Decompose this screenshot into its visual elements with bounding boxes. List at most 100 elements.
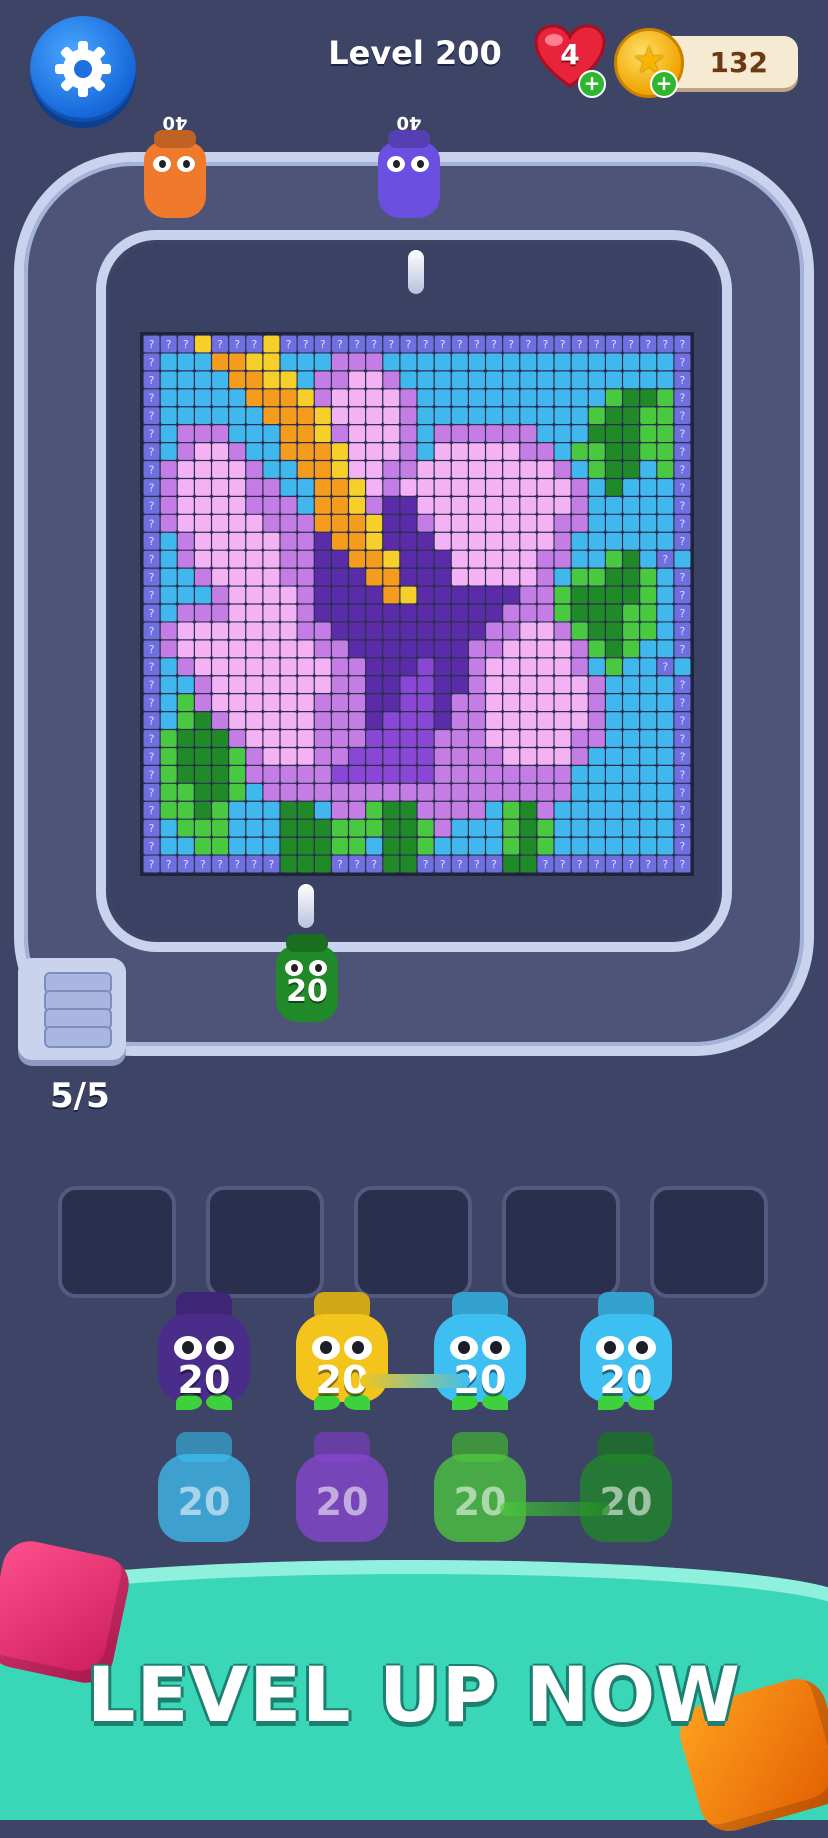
- pixel-cell: [177, 730, 194, 747]
- pixel-cell: [177, 550, 194, 568]
- pixel-cell: [160, 658, 177, 676]
- hidden-cell-mark: ?: [183, 858, 189, 871]
- queue-slot[interactable]: [58, 1186, 176, 1298]
- pixel-cell: [246, 371, 263, 389]
- pixel-cell: [297, 730, 314, 747]
- pixel-cell: [451, 748, 468, 765]
- shooter-stack-box[interactable]: [18, 958, 126, 1060]
- pixel-cell: [571, 658, 588, 676]
- tray-shooter[interactable]: 20: [580, 1432, 672, 1542]
- pixel-cell: [451, 371, 468, 389]
- queue-slot[interactable]: [650, 1186, 768, 1298]
- hidden-cell-mark: ?: [680, 643, 686, 656]
- pixel-board[interactable]: ????????????????????????????????????????…: [140, 332, 694, 876]
- pixel-cell: [537, 604, 554, 622]
- pixel-cell: [314, 407, 331, 425]
- pixel-cell: [314, 353, 331, 371]
- pixel-cell: [588, 479, 605, 496]
- pixel-cell: [417, 604, 434, 622]
- pixel-cell: [212, 532, 229, 550]
- pixel-cell: [451, 783, 468, 801]
- level-up-now-button[interactable]: LEVEL UP NOW: [40, 1650, 788, 1739]
- shooter-orange[interactable]: 40: [144, 112, 206, 218]
- shooter-purple[interactable]: 40: [378, 112, 440, 218]
- queue-slot[interactable]: [354, 1186, 472, 1298]
- pixel-cell: [400, 532, 417, 550]
- tray-shooter[interactable]: 20: [158, 1432, 250, 1542]
- pixel-cell: [588, 604, 605, 622]
- pixel-cell: [229, 497, 246, 514]
- pixel-cell: [520, 766, 537, 783]
- pixel-cell: [486, 497, 503, 514]
- pixel-cell: [537, 694, 554, 711]
- pixel-cell: [331, 748, 348, 765]
- hidden-cell-mark: ?: [149, 571, 155, 584]
- pixel-cell: [160, 819, 177, 837]
- tray-shooter[interactable]: 20: [434, 1432, 526, 1542]
- pixel-cell: [331, 479, 348, 496]
- pixel-cell: [468, 407, 485, 425]
- add-coins-icon[interactable]: +: [650, 70, 678, 98]
- hidden-cell-mark: ?: [354, 338, 360, 351]
- queue-slot[interactable]: [502, 1186, 620, 1298]
- add-lives-icon[interactable]: +: [578, 70, 606, 98]
- pixel-cell: [280, 819, 297, 837]
- pixel-cell: [434, 694, 451, 711]
- shooter-ammo: 40: [162, 112, 188, 133]
- hidden-cell-mark: ?: [560, 858, 566, 871]
- pixel-cell: [349, 676, 366, 694]
- pixel-cell: [212, 640, 229, 658]
- pixel-cell: [503, 497, 520, 514]
- pixel-cell: [468, 371, 485, 389]
- tray-shooter[interactable]: 20: [158, 1292, 250, 1410]
- pixel-cell: [383, 604, 400, 622]
- pixel-cell: [640, 640, 657, 658]
- pixel-cell: [177, 622, 194, 640]
- pixel-cell: [229, 658, 246, 676]
- tray-shooter[interactable]: 20: [296, 1432, 388, 1542]
- pixel-cell: [160, 497, 177, 514]
- pixel-cell: [503, 604, 520, 622]
- pixel-cell: [366, 748, 383, 765]
- pixel-cell: [366, 640, 383, 658]
- pixel-cell: [623, 443, 640, 460]
- pixel-cell: [314, 658, 331, 676]
- pixel-cell: [417, 479, 434, 496]
- pixel-cell: [571, 676, 588, 694]
- pixel-cell: [554, 425, 571, 442]
- hidden-cell-mark: ?: [491, 858, 497, 871]
- pixel-cell: [314, 676, 331, 694]
- pixel-cell: [486, 604, 503, 622]
- hidden-cell-mark: ?: [680, 822, 686, 835]
- pixel-cell: [400, 389, 417, 407]
- pixel-cell: [520, 353, 537, 371]
- pixel-cell: [177, 712, 194, 729]
- hidden-cell-mark: ?: [286, 338, 292, 351]
- pixel-cell: [605, 801, 622, 819]
- pixel-cell: [212, 622, 229, 640]
- pixel-cell: [246, 748, 263, 765]
- pixel-cell: [434, 550, 451, 568]
- pixel-cell: [263, 837, 280, 855]
- pixel-cell: [434, 586, 451, 604]
- queue-slot[interactable]: [206, 1186, 324, 1298]
- pixel-cell: [640, 819, 657, 837]
- pixel-cell: [588, 407, 605, 425]
- lives-counter[interactable]: 4 +: [534, 24, 610, 98]
- hidden-cell-mark: ?: [337, 858, 343, 871]
- hidden-cell-mark: ?: [543, 338, 549, 351]
- pixel-cell: [520, 497, 537, 514]
- pixel-cell: [503, 568, 520, 586]
- pixel-cell: [194, 712, 211, 729]
- hidden-cell-mark: ?: [166, 858, 172, 871]
- shooter-active[interactable]: 20: [276, 934, 338, 1022]
- tray-shooter[interactable]: 20: [580, 1292, 672, 1410]
- settings-button[interactable]: [30, 16, 136, 122]
- pixel-cell: [451, 353, 468, 371]
- hidden-cell-mark: ?: [423, 858, 429, 871]
- pixel-cell: [588, 497, 605, 514]
- pixel-cell: [571, 514, 588, 532]
- pixel-cell: [194, 389, 211, 407]
- hidden-cell-mark: ?: [680, 679, 686, 692]
- pixel-cell: [520, 855, 537, 873]
